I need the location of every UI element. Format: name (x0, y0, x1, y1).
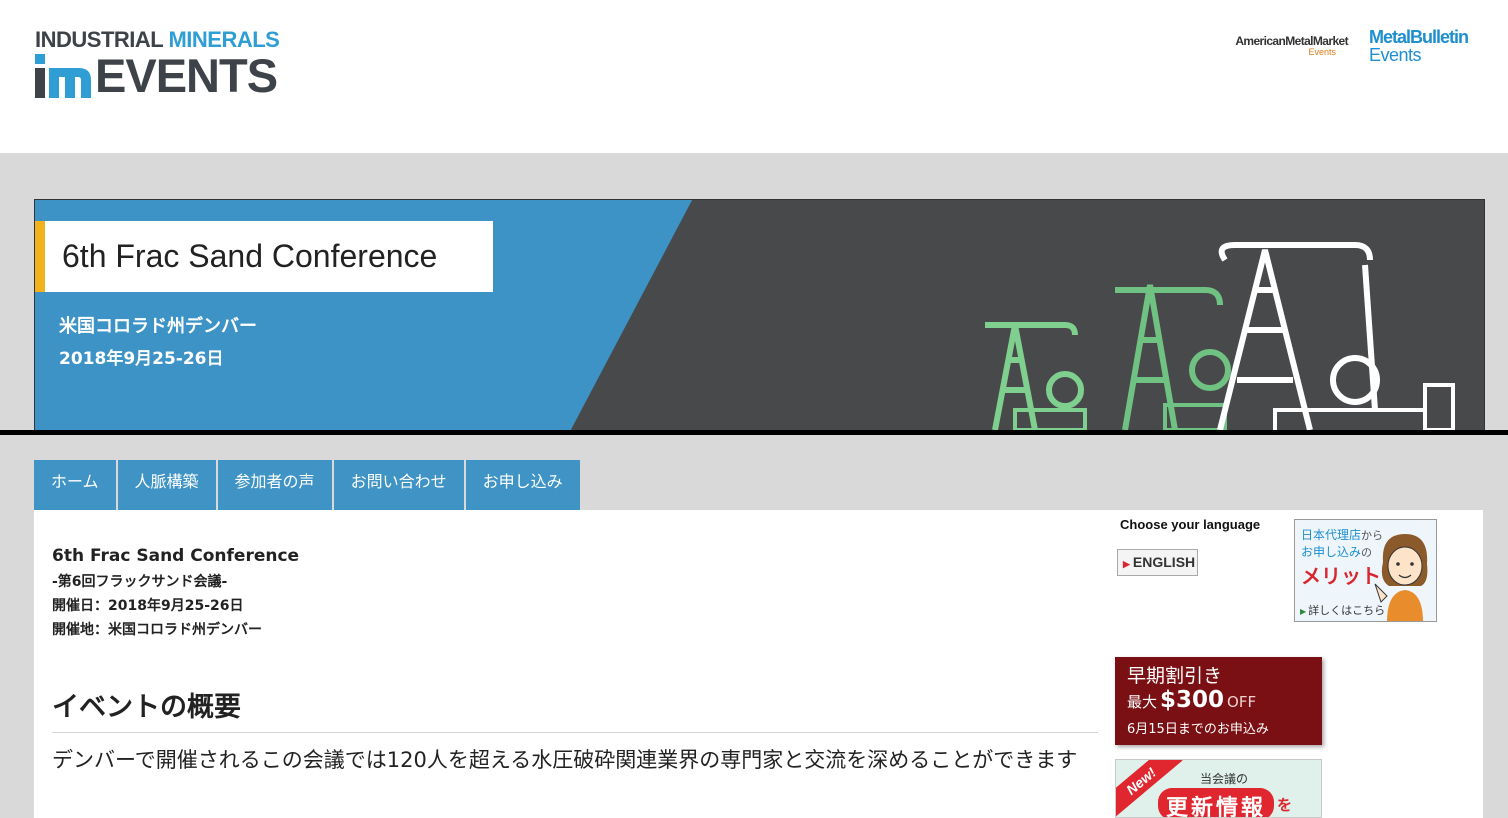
event-dates: 開催日：2018年9月25-26日 (52, 598, 244, 614)
banner-divider (0, 430, 1508, 435)
update-banner-highlight: 更新情報 (1166, 796, 1267, 818)
japan-agent-banner[interactable]: 日本代理店から お申し込みの メリット ▶ 詳しくはこちら (1294, 519, 1437, 622)
agent-merit-text: メリット (1301, 564, 1381, 588)
early-bird-deadline: 6月15日までのお申込み (1127, 722, 1269, 737)
nav-item-networking[interactable]: 人脈構築 (117, 460, 216, 510)
banner-date: 2018年9月25-26日 (59, 349, 224, 369)
early-bird-title: 早期割引き (1127, 665, 1223, 687)
update-banner-line1: 当会議の (1200, 772, 1249, 786)
language-button-label: ENGLISH (1132, 554, 1196, 570)
industrial-minerals-events-logo[interactable]: INDUSTRIAL MINERALS EVENTS (35, 28, 280, 102)
im-logo-icon (35, 54, 91, 98)
event-info: 6th Frac Sand Conference -第6回フラックサンド会議- … (52, 546, 299, 642)
agent-line2-a: お申し込み (1301, 545, 1362, 559)
language-english-button[interactable]: ▶ ENGLISH (1117, 549, 1198, 576)
oil-pumpjack-illustration (985, 242, 1455, 431)
early-bird-discount: 最大 $300 OFF (1127, 687, 1256, 713)
mb-logo-sub: Events (1369, 45, 1422, 65)
nav-item-contact[interactable]: お問い合わせ (333, 460, 464, 510)
language-label: Choose your language (1120, 517, 1261, 532)
triangle-right-icon: ▶ (1123, 559, 1130, 569)
event-venue: 開催地：米国コロラド州デンバー (52, 622, 262, 638)
main-content: 6th Frac Sand Conference -第6回フラックサンド会議- … (34, 510, 1483, 818)
section-heading-overview: イベントの概要 (52, 685, 1098, 733)
early-bird-banner[interactable]: 早期割引き 最大 $300 OFF 6月15日までのお申込み (1115, 657, 1322, 745)
early-bird-prefix: 最大 (1127, 693, 1158, 711)
early-bird-amount: $300 (1160, 687, 1225, 713)
american-metal-market-logo[interactable]: AmericanMetalMarket Events (1208, 34, 1348, 57)
amm-logo-text: AmericanMetalMarket (1235, 34, 1348, 48)
hero-banner: 6th Frac Sand Conference 米国コロラド州デンバー 201… (34, 199, 1485, 432)
nav-item-testimonials[interactable]: 参加者の声 (217, 460, 332, 510)
event-subtitle: -第6回フラックサンド会議- (52, 574, 228, 590)
main-nav: ホーム 人脈構築 参加者の声 お問い合わせ お申し込み (34, 460, 582, 510)
amm-logo-sub: Events (1308, 47, 1336, 57)
logo-bottom-row: EVENTS (35, 49, 278, 102)
banner-title-box: 6th Frac Sand Conference (35, 221, 493, 292)
metal-bulletin-logo[interactable]: MetalBulletin Events (1369, 28, 1489, 65)
update-info-banner[interactable]: New! 当会議の 更新情報を (1115, 759, 1322, 818)
agent-line1-a: 日本代理店 (1301, 528, 1362, 542)
nav-item-home[interactable]: ホーム (34, 460, 116, 510)
event-description: デンバーで開催されるこの会議では120人を超える水圧破砕関連業界の専門家と交流を… (52, 748, 1078, 772)
banner-title: 6th Frac Sand Conference (62, 238, 438, 274)
event-title: 6th Frac Sand Conference (52, 546, 300, 566)
early-bird-suffix: OFF (1227, 693, 1257, 711)
nav-item-register[interactable]: お申し込み (465, 460, 580, 510)
agent-woman-illustration (1374, 534, 1428, 621)
site-header: INDUSTRIAL MINERALS EVENTS AmericanMetal… (0, 0, 1508, 153)
triangle-right-icon: ▶ (1300, 607, 1307, 616)
banner-location: 米国コロラド州デンバー (59, 316, 257, 337)
logo-word-events: EVENTS (95, 49, 278, 102)
update-banner-suffix: を (1277, 796, 1293, 814)
update-banner-line2: 更新情報を (1158, 788, 1292, 818)
